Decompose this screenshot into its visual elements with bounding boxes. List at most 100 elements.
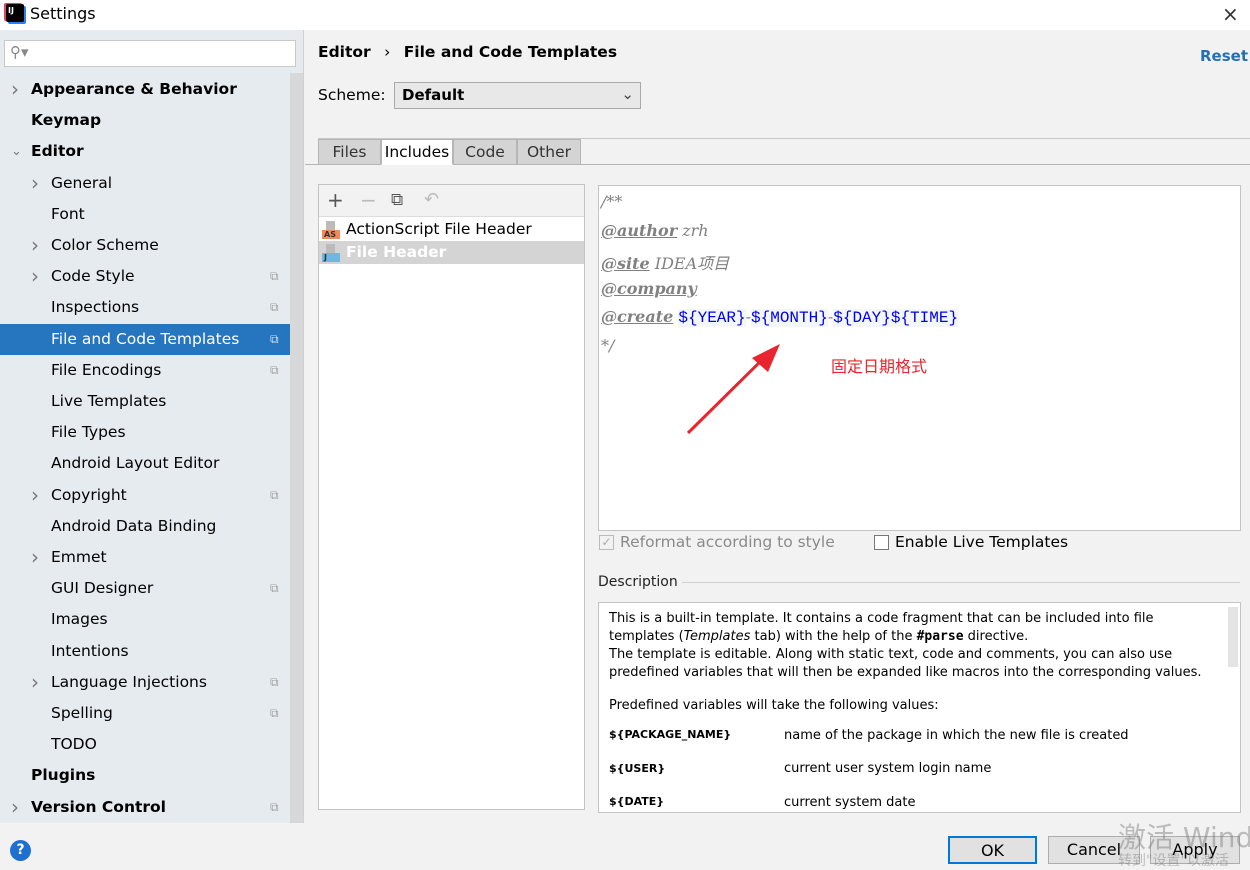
sidebar-item-label: Plugins: [31, 766, 96, 785]
live-templates-label: Enable Live Templates: [895, 533, 1069, 551]
sidebar-item-intentions[interactable]: Intentions: [0, 636, 290, 667]
chevron-right-icon[interactable]: ›: [31, 168, 39, 199]
reset-icon[interactable]: ↶: [424, 189, 439, 210]
template-item-label: ActionScript File Header: [346, 220, 532, 238]
project-settings-icon: ⧉: [270, 581, 279, 596]
template-variable: ${YEAR}: [678, 309, 746, 327]
sidebar-item-android-data-binding[interactable]: Android Data Binding: [0, 511, 290, 542]
sidebar-scrollbar[interactable]: [290, 73, 303, 823]
chevron-right-icon[interactable]: ›: [31, 230, 39, 261]
chevron-right-icon[interactable]: ›: [31, 480, 39, 511]
help-button[interactable]: ?: [10, 840, 31, 861]
scheme-label: Scheme:: [318, 86, 386, 104]
sidebar-item-images[interactable]: Images: [0, 604, 290, 635]
reformat-checkbox[interactable]: ✓: [599, 535, 614, 550]
sidebar-item-keymap[interactable]: Keymap: [0, 105, 290, 136]
code-line: @site IDEA项目: [601, 250, 729, 274]
sidebar-item-label: Font: [51, 204, 85, 223]
javadoc-tag: @author: [601, 221, 678, 240]
variable-name: ${PACKAGE_NAME}: [609, 728, 732, 741]
breadcrumb-editor[interactable]: Editor: [318, 43, 371, 61]
variable-name: ${DATE}: [609, 795, 665, 808]
sidebar-item-label: Language Injections: [51, 672, 207, 691]
sidebar-item-editor[interactable]: ⌄ Editor: [0, 136, 290, 167]
title-bar: IJ Settings ×: [0, 0, 1250, 30]
sidebar-item-label: Emmet: [51, 548, 107, 566]
sidebar-item-copyright[interactable]: › Copyright ⧉: [0, 480, 290, 511]
chevron-right-icon[interactable]: ›: [31, 667, 39, 698]
search-input[interactable]: ⚲▾: [4, 40, 296, 67]
reset-link[interactable]: Reset: [1200, 47, 1248, 65]
chevron-down-icon: ⌄: [621, 85, 634, 103]
chevron-right-icon[interactable]: ›: [31, 261, 39, 292]
java-file-icon: J: [322, 244, 340, 262]
sidebar-item-color-scheme[interactable]: › Color Scheme: [0, 230, 290, 261]
sidebar-item-font[interactable]: Font: [0, 199, 290, 230]
sidebar-item-spelling[interactable]: Spelling ⧉: [0, 698, 290, 729]
sidebar-item-label: General: [51, 173, 113, 192]
chevron-down-icon[interactable]: ⌄: [11, 136, 22, 167]
tab-other[interactable]: Other: [517, 139, 581, 165]
chevron-right-icon[interactable]: ›: [11, 74, 19, 105]
template-toolbar: + − ⧉ ↶: [319, 185, 584, 217]
sidebar-item-inspections[interactable]: Inspections ⧉: [0, 292, 290, 323]
activation-watermark-sub: 转到"设置"以激活: [1118, 853, 1229, 869]
template-item-actionscript[interactable]: AS ActionScript File Header: [319, 218, 584, 241]
tab-code[interactable]: Code: [453, 139, 517, 165]
tab-includes[interactable]: Includes: [381, 139, 453, 165]
javadoc-tag: @create: [601, 307, 674, 326]
copy-icon[interactable]: ⧉: [391, 190, 403, 210]
annotation-text: 固定日期格式: [831, 357, 928, 376]
sidebar-item-label: Images: [51, 610, 108, 629]
sidebar-item-appearance-behavior[interactable]: › Appearance & Behavior: [0, 74, 290, 105]
sidebar-item-language-injections[interactable]: › Language Injections ⧉: [0, 667, 290, 698]
sidebar-item-label: Android Layout Editor: [51, 454, 220, 473]
reformat-label: Reformat according to style: [620, 533, 835, 551]
remove-icon[interactable]: −: [360, 188, 377, 212]
sidebar-item-label: Color Scheme: [51, 236, 159, 254]
sidebar-item-file-types[interactable]: File Types: [0, 417, 290, 448]
ok-button[interactable]: OK: [948, 836, 1037, 864]
project-settings-icon: ⧉: [270, 706, 279, 720]
variable-desc: name of the package in which the new fil…: [784, 728, 1129, 743]
sidebar-item-plugins[interactable]: Plugins: [0, 760, 290, 791]
close-icon[interactable]: ×: [1222, 2, 1239, 26]
template-item-file-header[interactable]: J File Header: [319, 241, 584, 264]
live-templates-checkbox[interactable]: [874, 535, 889, 550]
actionscript-file-icon: AS: [322, 221, 340, 239]
window-title: Settings: [30, 4, 96, 23]
sidebar-item-version-control[interactable]: › Version Control ⧉: [0, 792, 290, 823]
sidebar-item-file-and-code-templates[interactable]: File and Code Templates ⧉: [0, 323, 290, 355]
template-list: + − ⧉ ↶ AS ActionScript File Header J Fi…: [318, 184, 585, 810]
chevron-right-icon[interactable]: ›: [11, 792, 19, 823]
sidebar-item-code-style[interactable]: › Code Style ⧉: [0, 261, 290, 292]
code-line: @create ${YEAR}-${MONTH}-${DAY}${TIME}: [601, 307, 959, 327]
search-icon: ⚲▾: [10, 43, 29, 61]
sidebar-item-gui-designer[interactable]: GUI Designer ⧉: [0, 573, 290, 604]
description-scrollbar[interactable]: [1228, 607, 1238, 667]
annotation-arrow-icon: [686, 344, 780, 435]
template-variable: ${MONTH}: [751, 309, 828, 327]
sidebar-item-emmet[interactable]: › Emmet: [0, 542, 290, 573]
scheme-dropdown[interactable]: Default ⌄: [394, 82, 641, 109]
sidebar-item-live-templates[interactable]: Live Templates: [0, 386, 290, 417]
description-label: Description: [598, 574, 678, 590]
sidebar-item-file-encodings[interactable]: File Encodings ⧉: [0, 355, 290, 386]
sidebar-item-label: File Encodings: [51, 360, 162, 379]
chevron-right-icon[interactable]: ›: [31, 542, 39, 573]
sidebar-item-todo[interactable]: TODO: [0, 729, 290, 760]
sidebar-item-label: TODO: [51, 735, 97, 754]
project-settings-icon: ⧉: [270, 487, 279, 502]
sidebar-item-android-layout-editor[interactable]: Android Layout Editor: [0, 448, 290, 479]
sidebar-item-label: Intentions: [51, 641, 129, 660]
sidebar-item-label: Keymap: [31, 111, 102, 130]
project-settings-icon: ⧉: [270, 300, 279, 315]
javadoc-tag: @site: [601, 254, 650, 273]
sidebar-item-general[interactable]: › General: [0, 168, 290, 199]
code-line: @company: [601, 279, 697, 298]
tab-files[interactable]: Files: [318, 139, 381, 165]
add-icon[interactable]: +: [327, 188, 344, 212]
description-paragraph: Predefined variables will take the follo…: [609, 698, 939, 713]
variable-desc: current user system login name: [784, 761, 992, 776]
sidebar-item-label: Code Style: [51, 267, 135, 286]
